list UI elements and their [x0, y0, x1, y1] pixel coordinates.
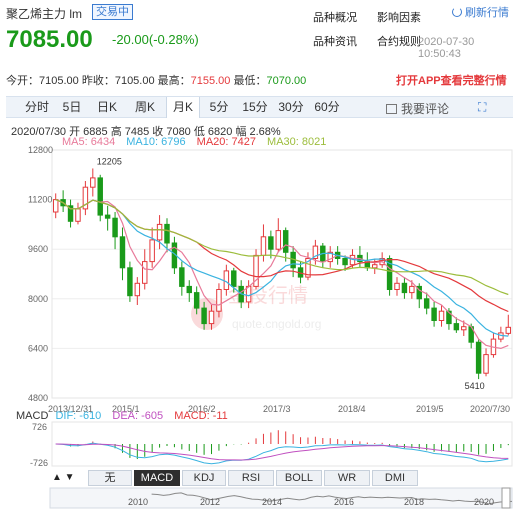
macd-top-tick: 726 [32, 422, 47, 432]
y-tick-label: 12800 [28, 145, 53, 155]
candle-body [104, 214, 111, 219]
indicator-macd[interactable]: MACD [134, 470, 180, 486]
candle-body [431, 307, 437, 322]
macd-label: MACD: -11 [174, 410, 228, 422]
x-tick-label: 2017/3 [263, 404, 291, 414]
candle-body [156, 223, 163, 241]
candle-body [372, 264, 378, 269]
candle-body [149, 239, 155, 263]
navigator-year-label: 2014 [262, 497, 282, 507]
indicator-tabs: 无 MACD KDJ RSI BOLL WR DMI [48, 470, 518, 486]
candle-body [438, 310, 445, 322]
candle-body [268, 236, 274, 250]
candle-body [119, 236, 126, 269]
annotations: 12205 5410 [97, 156, 485, 391]
y-axis-labels: 12800 11200 9600 8000 6400 4800 [28, 145, 53, 403]
macd-legend: MACD DIF: -610 DEA: -605 MACD: -11 [16, 410, 228, 422]
candle-body [461, 326, 467, 331]
indicator-boll[interactable]: BOLL [276, 470, 322, 486]
max-annotation: 12205 [97, 156, 122, 166]
macd-panel: 726 -726 [30, 421, 513, 468]
navigator-handle [501, 487, 511, 509]
indicator-wr[interactable]: WR [324, 470, 370, 486]
candle-body [186, 285, 192, 294]
kline-chart[interactable]: 金投行情 quote.cngold.org 128001120096008000… [0, 0, 519, 511]
navigator-year-label: 2018 [404, 497, 424, 507]
x-tick-label: 2018/4 [338, 404, 366, 414]
candle-body [223, 270, 230, 290]
navigator-mini-chart: 2010 2012 2014 2016 2018 2020 [49, 487, 513, 509]
x-tick-label: 2020/7/30 [470, 404, 510, 414]
candle-body [164, 223, 170, 244]
candle-body [453, 323, 460, 331]
x-tick-label: 2019/5 [416, 404, 444, 414]
indicator-none[interactable]: 无 [88, 470, 132, 486]
candle-body [483, 354, 489, 374]
chart-grid [51, 149, 513, 399]
candle-body [142, 261, 148, 284]
candle-body [52, 199, 59, 213]
candle-body [342, 258, 348, 266]
y-tick-label: 4800 [28, 393, 48, 403]
candle-body [282, 230, 289, 253]
macd-bottom-tick: -726 [30, 458, 48, 468]
macd-border [51, 421, 513, 467]
navigator-year-label: 2010 [128, 497, 148, 507]
navigator-year-label: 2016 [334, 497, 354, 507]
dif-label: DIF: -610 [55, 410, 102, 422]
candle-body [394, 282, 400, 290]
candle-body [409, 285, 415, 294]
candle-body [134, 282, 141, 297]
candle-body [275, 230, 282, 250]
min-annotation: 5410 [465, 381, 485, 391]
indicator-kdj[interactable]: KDJ [182, 470, 226, 486]
y-tick-label: 11200 [28, 195, 52, 205]
candle-body [97, 177, 103, 216]
candle-body [112, 217, 118, 238]
indicator-rsi[interactable]: RSI [228, 470, 274, 486]
plot-border [51, 149, 513, 399]
candle-body [423, 298, 430, 309]
candle-body [127, 267, 133, 297]
indicator-dmi[interactable]: DMI [372, 470, 418, 486]
candle-body [216, 289, 222, 312]
candle-body [179, 267, 185, 287]
candle-body [401, 282, 408, 294]
candle-body [193, 292, 200, 309]
candle-body [201, 307, 207, 325]
navigator-year-label: 2020 [474, 497, 494, 507]
candle-body [475, 341, 482, 374]
navigator-year-label: 2012 [200, 497, 220, 507]
dea-line [55, 443, 509, 461]
candle-body [208, 310, 215, 325]
candle-body [505, 326, 512, 334]
y-tick-label: 8000 [28, 294, 48, 304]
watermark-url: quote.cngold.org [232, 317, 321, 331]
y-tick-label: 6400 [28, 343, 48, 353]
candle-body [231, 270, 237, 287]
candle-body [90, 177, 96, 188]
candle-body [75, 208, 81, 222]
y-tick-label: 9600 [28, 244, 48, 254]
candle-body [260, 236, 267, 256]
dea-label: DEA: -605 [112, 410, 164, 422]
